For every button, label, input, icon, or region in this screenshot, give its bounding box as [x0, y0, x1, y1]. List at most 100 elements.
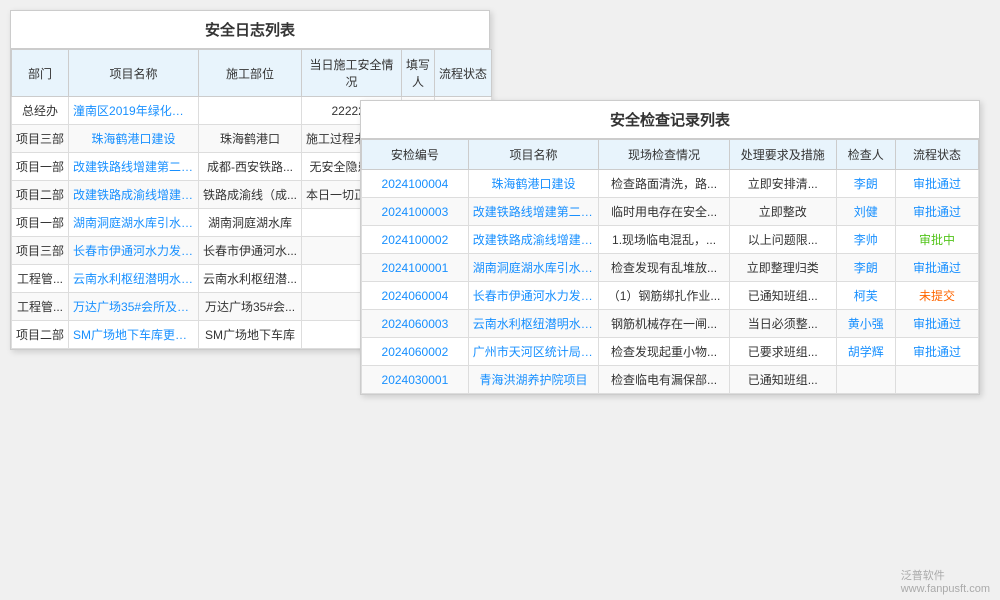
- right-status-0: 审批通过: [895, 170, 978, 198]
- left-cell-5-0: 项目三部: [12, 237, 69, 265]
- right-status-7: [895, 366, 978, 394]
- right-cell-2-1[interactable]: 改建铁路成渝线增建第...: [468, 226, 599, 254]
- right-cell-5-4: 黄小强: [836, 310, 895, 338]
- right-cell-1-4: 刘健: [836, 198, 895, 226]
- right-cell-0-1[interactable]: 珠海鹤港口建设: [468, 170, 599, 198]
- left-cell-3-0: 项目二部: [12, 181, 69, 209]
- right-cell-3-3: 立即整理归类: [729, 254, 836, 282]
- right-cell-3-1[interactable]: 湖南洞庭湖水库引水工...: [468, 254, 599, 282]
- left-table-head: 部门项目名称施工部位当日施工安全情况填写人流程状态: [12, 50, 492, 97]
- left-cell-2-2: 成都-西安铁路...: [199, 153, 302, 181]
- left-cell-4-0: 项目一部: [12, 209, 69, 237]
- right-cell-5-2: 钢筋机械存在一闸...: [599, 310, 730, 338]
- table-row: 2024100004珠海鹤港口建设检查路面清洗，路...立即安排清...李朗审批…: [362, 170, 979, 198]
- right-cell-3-0[interactable]: 2024100001: [362, 254, 469, 282]
- left-cell-0-0: 总经办: [12, 97, 69, 125]
- right-cell-1-0[interactable]: 2024100003: [362, 198, 469, 226]
- table-row: 2024100001湖南洞庭湖水库引水工...检查发现有乱堆放...立即整理归类…: [362, 254, 979, 282]
- left-cell-7-1[interactable]: 万达广场35#会所及咖啡...: [69, 293, 199, 321]
- left-col-header-5: 流程状态: [435, 50, 492, 97]
- right-col-header-5: 流程状态: [895, 140, 978, 170]
- table-row: 2024060004长春市伊通河水力发电...（1）钢筋绑扎作业...已通知班组…: [362, 282, 979, 310]
- right-table-container: 安全检查记录列表 安检编号项目名称现场检查情况处理要求及措施检查人流程状态 20…: [360, 100, 980, 395]
- right-cell-7-3: 已通知班组...: [729, 366, 836, 394]
- left-cell-5-1[interactable]: 长春市伊通河水力发电厂...: [69, 237, 199, 265]
- watermark-line2: www.fanpusft.com: [901, 583, 990, 595]
- right-status-4: 未提交: [895, 282, 978, 310]
- left-col-header-0: 部门: [12, 50, 69, 97]
- left-table-header-row: 部门项目名称施工部位当日施工安全情况填写人流程状态: [12, 50, 492, 97]
- right-cell-6-1[interactable]: 广州市天河区统计局机...: [468, 338, 599, 366]
- left-cell-7-0: 工程管...: [12, 293, 69, 321]
- left-col-header-2: 施工部位: [199, 50, 302, 97]
- right-cell-1-3: 立即整改: [729, 198, 836, 226]
- right-cell-1-1[interactable]: 改建铁路线增建第二线...: [468, 198, 599, 226]
- left-col-header-4: 填写人: [402, 50, 435, 97]
- right-cell-4-0[interactable]: 2024060004: [362, 282, 469, 310]
- table-row: 2024060002广州市天河区统计局机...检查发现起重小物...已要求班组.…: [362, 338, 979, 366]
- right-cell-4-3: 已通知班组...: [729, 282, 836, 310]
- right-cell-7-1[interactable]: 青海洪湖养护院项目: [468, 366, 599, 394]
- right-cell-5-1[interactable]: 云南水利枢纽潜明水库...: [468, 310, 599, 338]
- right-status-3: 审批通过: [895, 254, 978, 282]
- right-status-5: 审批通过: [895, 310, 978, 338]
- left-cell-2-0: 项目一部: [12, 153, 69, 181]
- left-cell-4-1[interactable]: 湖南洞庭湖水库引水工程...: [69, 209, 199, 237]
- right-status-1: 审批通过: [895, 198, 978, 226]
- right-cell-3-4: 李朗: [836, 254, 895, 282]
- right-cell-4-1[interactable]: 长春市伊通河水力发电...: [468, 282, 599, 310]
- table-row: 2024100003改建铁路线增建第二线...临时用电存在安全...立即整改刘健…: [362, 198, 979, 226]
- right-cell-5-3: 当日必须整...: [729, 310, 836, 338]
- left-col-header-1: 项目名称: [69, 50, 199, 97]
- right-cell-7-0[interactable]: 2024030001: [362, 366, 469, 394]
- right-cell-2-0[interactable]: 2024100002: [362, 226, 469, 254]
- right-cell-2-4: 李帅: [836, 226, 895, 254]
- left-cell-6-1[interactable]: 云南水利枢纽潜明水库—...: [69, 265, 199, 293]
- left-cell-8-0: 项目二部: [12, 321, 69, 349]
- right-col-header-4: 检查人: [836, 140, 895, 170]
- left-cell-4-2: 湖南洞庭湖水库: [199, 209, 302, 237]
- right-table: 安检编号项目名称现场检查情况处理要求及措施检查人流程状态 2024100004珠…: [361, 139, 979, 394]
- left-cell-3-2: 铁路成渝线（成...: [199, 181, 302, 209]
- right-status-6: 审批通过: [895, 338, 978, 366]
- left-table-title: 安全日志列表: [11, 11, 489, 49]
- right-cell-6-0[interactable]: 2024060002: [362, 338, 469, 366]
- left-col-header-3: 当日施工安全情况: [302, 50, 402, 97]
- left-cell-1-0: 项目三部: [12, 125, 69, 153]
- left-cell-1-2: 珠海鹤港口: [199, 125, 302, 153]
- table-row: 2024030001青海洪湖养护院项目检查临电有漏保部...已通知班组...: [362, 366, 979, 394]
- left-cell-0-1[interactable]: 潼南区2019年绿化补贴项...: [69, 97, 199, 125]
- right-cell-6-3: 已要求班组...: [729, 338, 836, 366]
- right-cell-6-4: 胡学辉: [836, 338, 895, 366]
- right-col-header-2: 现场检查情况: [599, 140, 730, 170]
- left-cell-8-2: SM广场地下车库: [199, 321, 302, 349]
- right-cell-4-4: 柯芙: [836, 282, 895, 310]
- watermark: 泛普软件 www.fanpusft.com: [901, 567, 990, 595]
- right-col-header-1: 项目名称: [468, 140, 599, 170]
- left-cell-8-1[interactable]: SM广场地下车库更换摄...: [69, 321, 199, 349]
- right-cell-0-0[interactable]: 2024100004: [362, 170, 469, 198]
- right-cell-0-4: 李朗: [836, 170, 895, 198]
- right-cell-0-3: 立即安排清...: [729, 170, 836, 198]
- right-cell-2-2: 1.现场临电混乱，...: [599, 226, 730, 254]
- right-col-header-0: 安检编号: [362, 140, 469, 170]
- left-cell-6-0: 工程管...: [12, 265, 69, 293]
- table-row: 2024060003云南水利枢纽潜明水库...钢筋机械存在一闸...当日必须整.…: [362, 310, 979, 338]
- left-cell-5-2: 长春市伊通河水...: [199, 237, 302, 265]
- right-table-body: 2024100004珠海鹤港口建设检查路面清洗，路...立即安排清...李朗审批…: [362, 170, 979, 394]
- right-table-head: 安检编号项目名称现场检查情况处理要求及措施检查人流程状态: [362, 140, 979, 170]
- right-cell-6-2: 检查发现起重小物...: [599, 338, 730, 366]
- right-table-header-row: 安检编号项目名称现场检查情况处理要求及措施检查人流程状态: [362, 140, 979, 170]
- right-cell-2-3: 以上问题限...: [729, 226, 836, 254]
- right-cell-1-2: 临时用电存在安全...: [599, 198, 730, 226]
- left-cell-2-1[interactable]: 改建铁路线增建第二线直...: [69, 153, 199, 181]
- left-cell-1-1[interactable]: 珠海鹤港口建设: [69, 125, 199, 153]
- right-cell-7-4: [836, 366, 895, 394]
- left-cell-3-1[interactable]: 改建铁路成渝线增建第二...: [69, 181, 199, 209]
- right-cell-4-2: （1）钢筋绑扎作业...: [599, 282, 730, 310]
- right-cell-3-2: 检查发现有乱堆放...: [599, 254, 730, 282]
- left-cell-6-2: 云南水利枢纽潜...: [199, 265, 302, 293]
- right-col-header-3: 处理要求及措施: [729, 140, 836, 170]
- right-cell-5-0[interactable]: 2024060003: [362, 310, 469, 338]
- left-cell-7-2: 万达广场35#会...: [199, 293, 302, 321]
